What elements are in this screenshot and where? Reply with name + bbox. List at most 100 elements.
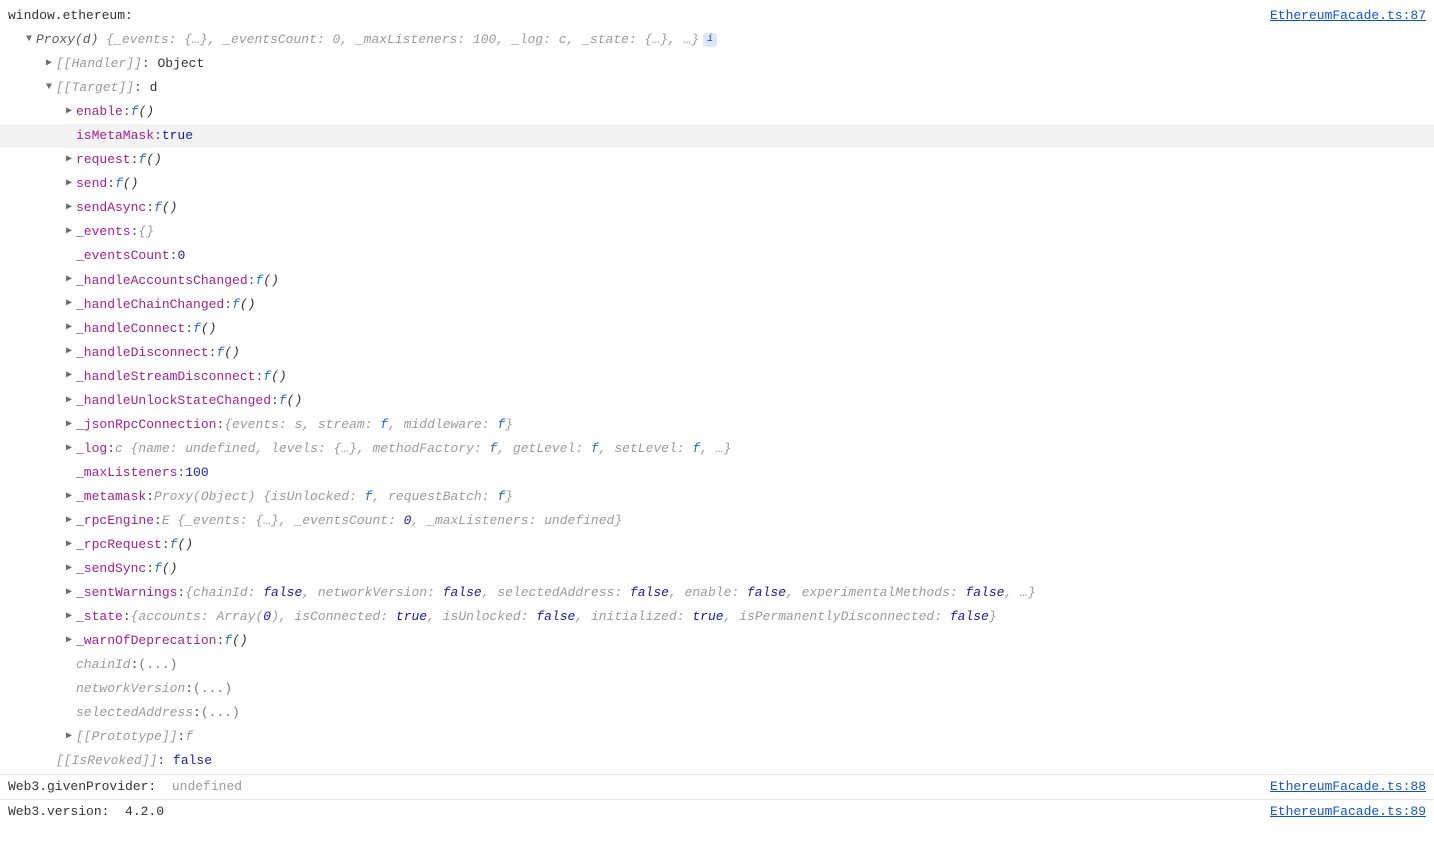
disclosure-arrow-icon[interactable]: ▶ (64, 319, 74, 338)
function-symbol: f (131, 100, 139, 124)
property-key: _state (76, 605, 123, 629)
property-key: _handleUnlockStateChanged (76, 389, 271, 413)
disclosure-arrow-icon[interactable]: ▶ (64, 632, 74, 651)
disclosure-arrow-icon[interactable]: ▶ (64, 271, 74, 290)
disclosure-arrow-icon[interactable]: ▶ (64, 223, 74, 242)
disclosure-arrow-icon[interactable]: ▶ (64, 608, 74, 627)
handler-value: Object (157, 52, 204, 76)
disclosure-arrow-icon[interactable]: ▶ (64, 343, 74, 362)
property-row[interactable]: ▶request: f () (0, 148, 1434, 172)
property-key: _sentWarnings (76, 581, 177, 605)
disclosure-arrow-icon[interactable]: ▼ (24, 31, 34, 50)
property-row[interactable]: ▶send: f () (0, 172, 1434, 196)
property-value: {} (138, 220, 154, 244)
function-symbol: f (115, 172, 123, 196)
function-symbol: f (224, 629, 232, 653)
property-key: _handleConnect (76, 317, 185, 341)
property-key: _sendSync (76, 557, 146, 581)
log-label: Web3.version: (8, 800, 109, 824)
source-link[interactable]: EthereumFacade.ts:89 (1254, 800, 1426, 824)
proxy-header-row[interactable]: ▼ Proxy(d) {_events: {…}, _eventsCount: … (0, 28, 1434, 52)
property-row[interactable]: ▶_log: c {name: undefined, levels: {…}, … (0, 437, 1434, 461)
disclosure-arrow-icon[interactable]: ▶ (64, 151, 74, 170)
property-row[interactable]: ▶_handleStreamDisconnect: f () (0, 365, 1434, 389)
property-key: _metamask (76, 485, 146, 509)
property-key: _handleAccountsChanged (76, 269, 248, 293)
property-value: true (162, 124, 193, 148)
property-key: _maxListeners (76, 461, 177, 485)
disclosure-arrow-icon[interactable]: ▶ (64, 512, 74, 531)
property-row: ▶isMetaMask: true (0, 124, 1434, 148)
log-label: window.ethereum: (8, 4, 133, 28)
property-row[interactable]: ▶_handleUnlockStateChanged: f () (0, 389, 1434, 413)
log-value: 4.2.0 (125, 800, 164, 824)
proxy-preview: {_events: {…}, _eventsCount: 0, _maxList… (106, 28, 699, 52)
property-key: enable (76, 100, 123, 124)
property-key: selectedAddress (76, 701, 193, 725)
console-message: Web3.version: 4.2.0 EthereumFacade.ts:89 (0, 799, 1434, 824)
property-row[interactable]: ▶_handleConnect: f () (0, 317, 1434, 341)
property-row[interactable]: ▶_rpcRequest: f () (0, 533, 1434, 557)
property-row[interactable]: ▶_sentWarnings: {chainId: false, network… (0, 581, 1434, 605)
property-row: ▶chainId: (...) (0, 653, 1434, 677)
property-preview: {accounts: Array(0), isConnected: true, … (131, 605, 997, 629)
log-label: Web3.givenProvider: (8, 775, 156, 799)
disclosure-arrow-icon[interactable]: ▶ (64, 416, 74, 435)
property-row[interactable]: ▶sendAsync: f () (0, 196, 1434, 220)
property-value: f (185, 725, 193, 749)
disclosure-arrow-icon[interactable]: ▶ (64, 175, 74, 194)
property-key: _handleDisconnect (76, 341, 209, 365)
proxy-label: Proxy(d) (36, 28, 98, 52)
property-row[interactable]: ▶_handleChainChanged: f () (0, 293, 1434, 317)
target-key: [[Target]] (56, 76, 134, 100)
property-row[interactable]: ▶[[Prototype]]: f (0, 725, 1434, 749)
function-symbol: f (232, 293, 240, 317)
property-row: ▶networkVersion: (...) (0, 677, 1434, 701)
source-link[interactable]: EthereumFacade.ts:88 (1254, 775, 1426, 799)
property-value: (...) (138, 653, 177, 677)
disclosure-arrow-icon[interactable]: ▶ (64, 488, 74, 507)
disclosure-arrow-icon[interactable]: ▶ (64, 440, 74, 459)
property-value: 0 (177, 244, 185, 268)
property-key: _warnOfDeprecation (76, 629, 216, 653)
property-key: networkVersion (76, 677, 185, 701)
disclosure-arrow-icon[interactable]: ▶ (44, 55, 54, 74)
disclosure-arrow-icon[interactable]: ▶ (64, 392, 74, 411)
property-key: isMetaMask (76, 124, 154, 148)
source-link[interactable]: EthereumFacade.ts:87 (1254, 4, 1426, 28)
property-row[interactable]: ▶enable: f () (0, 100, 1434, 124)
property-row[interactable]: ▶_state: {accounts: Array(0), isConnecte… (0, 605, 1434, 629)
disclosure-arrow-icon[interactable]: ▶ (64, 295, 74, 314)
function-symbol: f (279, 389, 287, 413)
property-row[interactable]: ▶_handleDisconnect: f () (0, 341, 1434, 365)
property-row[interactable]: ▶_warnOfDeprecation: f () (0, 629, 1434, 653)
property-key: [[Prototype]] (76, 725, 177, 749)
property-preview: E {_events: {…}, _eventsCount: 0, _maxLi… (162, 509, 622, 533)
disclosure-arrow-icon[interactable]: ▶ (64, 728, 74, 747)
property-row[interactable]: ▶_events: {} (0, 220, 1434, 244)
property-preview: {events: s, stream: f, middleware: f} (224, 413, 513, 437)
function-symbol: f (255, 269, 263, 293)
disclosure-arrow-icon[interactable]: ▼ (44, 79, 54, 98)
property-row: ▶selectedAddress: (...) (0, 701, 1434, 725)
disclosure-arrow-icon[interactable]: ▶ (64, 584, 74, 603)
property-row[interactable]: ▶_metamask: Proxy(Object) {isUnlocked: f… (0, 485, 1434, 509)
function-symbol: f (193, 317, 201, 341)
property-preview: c {name: undefined, levels: {…}, methodF… (115, 437, 731, 461)
target-value: d (150, 76, 158, 100)
property-row[interactable]: ▶_sendSync: f () (0, 557, 1434, 581)
disclosure-arrow-icon[interactable]: ▶ (64, 536, 74, 555)
disclosure-arrow-icon[interactable]: ▶ (64, 199, 74, 218)
property-key: send (76, 172, 107, 196)
target-row[interactable]: ▼ [[Target]] : d (0, 76, 1434, 100)
handler-row[interactable]: ▶ [[Handler]] : Object (0, 52, 1434, 76)
function-symbol: f (138, 148, 146, 172)
info-icon[interactable]: i (703, 33, 717, 47)
disclosure-arrow-icon[interactable]: ▶ (64, 103, 74, 122)
disclosure-arrow-icon[interactable]: ▶ (64, 367, 74, 386)
property-row[interactable]: ▶_rpcEngine: E {_events: {…}, _eventsCou… (0, 509, 1434, 533)
property-key: _rpcRequest (76, 533, 162, 557)
property-row[interactable]: ▶_jsonRpcConnection: {events: s, stream:… (0, 413, 1434, 437)
property-row[interactable]: ▶_handleAccountsChanged: f () (0, 269, 1434, 293)
disclosure-arrow-icon[interactable]: ▶ (64, 560, 74, 579)
